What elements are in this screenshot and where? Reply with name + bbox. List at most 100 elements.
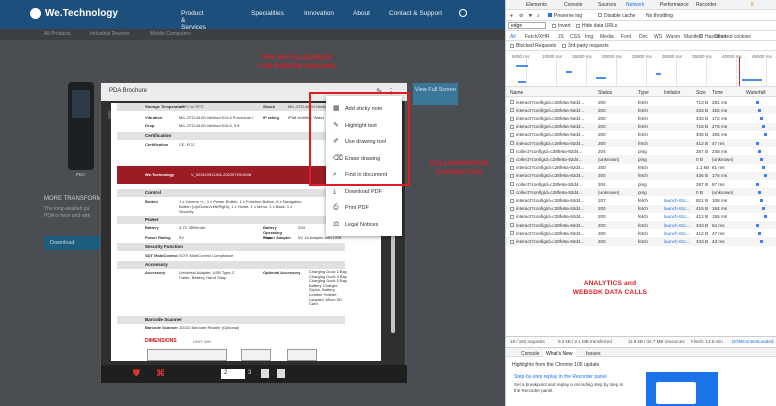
table-row[interactable]: collect?configId=c28fe6a-92d4... (unknown… bbox=[506, 155, 776, 164]
table-row[interactable]: interact?configId=c28fe6a-92d4... 200 fetc… bbox=[506, 204, 776, 213]
blocked-requests-checkbox[interactable]: Blocked Requests bbox=[510, 43, 556, 49]
cell-type: fetch bbox=[638, 206, 648, 212]
column-status[interactable]: Status bbox=[598, 90, 612, 96]
cell-initiator[interactable]: launch-81c... bbox=[664, 206, 690, 211]
column-initiator[interactable]: Initiator bbox=[664, 90, 680, 96]
cell-time: (unknown) bbox=[712, 156, 734, 162]
table-row[interactable]: interact?configId=c28fe6a-92d4... 200 fetc… bbox=[506, 229, 776, 237]
type-filter-doc[interactable]: Doc bbox=[639, 34, 648, 40]
column-time[interactable]: Time bbox=[712, 90, 723, 96]
search-icon[interactable]: ⌕ bbox=[537, 13, 540, 19]
print-icon[interactable] bbox=[277, 369, 285, 378]
hide-data-urls-checkbox[interactable]: Hide data URLs bbox=[576, 23, 617, 29]
type-filter-font[interactable]: Font bbox=[621, 34, 631, 40]
cell-wrap: fetch bbox=[638, 198, 648, 203]
menu-item-legal-notices[interactable]: ⚖ Legal Notices bbox=[326, 218, 402, 232]
devtools-tab-console[interactable]: Console bbox=[564, 2, 582, 8]
spec-value: 1D/2D Barcode Reader (Optional) bbox=[179, 325, 240, 330]
disable-cache-checkbox[interactable]: Disable cache bbox=[598, 13, 635, 19]
record-icon[interactable]: ● bbox=[510, 13, 513, 19]
table-row[interactable]: collect?configId=c28fe6a-92d4... 204 ping 2… bbox=[506, 180, 776, 188]
cell-initiator[interactable]: launch-81c... bbox=[664, 214, 690, 219]
cell-wrap: 207 bbox=[598, 198, 606, 203]
type-filter-media[interactable]: Media bbox=[600, 34, 614, 40]
cell-wrap: launch-81c... bbox=[664, 239, 690, 244]
drawer-tab-whats-new[interactable]: What's New bbox=[543, 349, 576, 357]
page-number-input[interactable]: 2 bbox=[221, 369, 245, 379]
invert-checkbox[interactable]: Invert bbox=[552, 23, 571, 29]
devtools-tab-network[interactable]: Network bbox=[626, 2, 644, 8]
column-waterfall[interactable]: Waterfall bbox=[746, 90, 766, 96]
type-filter-ws[interactable]: WS bbox=[654, 34, 662, 40]
table-row[interactable]: interact?configId=c28fe6a-92d4... 200 fetc… bbox=[506, 221, 776, 230]
cell-wrap: fetch bbox=[638, 231, 648, 236]
devtools-tab-performance[interactable]: Performance bbox=[660, 2, 689, 8]
cell-time: 281 ms bbox=[712, 99, 728, 105]
has-blocked-cookies-checkbox[interactable]: Has blocked cookies bbox=[699, 34, 751, 40]
spec-label: Barcode Scanner bbox=[145, 325, 178, 330]
search-icon[interactable] bbox=[459, 9, 467, 17]
save-icon[interactable] bbox=[261, 369, 269, 378]
devtools-tab-sources[interactable]: Sources bbox=[598, 2, 616, 8]
filter-icon[interactable]: ▼ bbox=[528, 13, 533, 19]
issues-badge[interactable]: 5 bbox=[751, 2, 754, 8]
whats-new-card[interactable]: Step-by-step replay in the Recorder pane… bbox=[514, 374, 634, 406]
type-filter-all[interactable]: All bbox=[510, 34, 516, 40]
table-row[interactable]: interact?configId=c28fe6a-92d4... 200 fetc… bbox=[506, 114, 776, 122]
timeline-gridline bbox=[556, 57, 557, 86]
table-row[interactable]: interact?configId=c28fe6a-92d4... 200 fetc… bbox=[506, 131, 776, 139]
third-party-checkbox[interactable]: 3rd-party requests bbox=[562, 43, 609, 49]
waterfall-bar bbox=[758, 231, 761, 235]
devtools-tab-elements[interactable]: Elements bbox=[526, 2, 547, 8]
download-button-bg[interactable]: Download bbox=[44, 236, 102, 250]
table-row[interactable]: interact?configId=c28fe6a-92d4... 200 fetc… bbox=[506, 164, 776, 172]
table-row[interactable]: interact?configId=c28fe6a-92d4... 200 fetc… bbox=[506, 139, 776, 148]
cell-wrap: 200 bbox=[598, 141, 606, 146]
column-name[interactable]: Name bbox=[510, 90, 523, 96]
nav-about[interactable]: About bbox=[353, 10, 370, 17]
site-logo[interactable]: We.Technology bbox=[30, 8, 118, 19]
table-row[interactable]: collect?configId=c28fe6a-92d4... 204 ping 2… bbox=[506, 147, 776, 155]
cell-initiator[interactable]: launch-81c... bbox=[664, 231, 690, 236]
nav-products[interactable]: Product & Services bbox=[181, 10, 206, 31]
breadcrumb-item[interactable]: Industrial Devices bbox=[90, 31, 129, 37]
type-filter-js[interactable]: JS bbox=[558, 34, 564, 40]
column-type[interactable]: Type bbox=[638, 90, 649, 96]
cell-type: fetch bbox=[638, 222, 648, 228]
column-size[interactable]: Size bbox=[696, 90, 706, 96]
preserve-log-checkbox[interactable]: Preserve log bbox=[548, 13, 582, 19]
table-row[interactable]: interact?configId=c28fe6a-92d4... 207 fetc… bbox=[506, 196, 776, 204]
cell-wrap: 1.1 kB bbox=[696, 165, 709, 170]
type-filter-fetch-xhr[interactable]: Fetch/XHR bbox=[525, 34, 549, 40]
filter-input[interactable]: edge bbox=[508, 22, 546, 29]
breadcrumb-item[interactable]: All Products bbox=[44, 31, 71, 37]
table-row[interactable]: interact?configId=c28fe6a-92d4... 200 fetc… bbox=[506, 98, 776, 106]
cell-initiator[interactable]: launch-81c... bbox=[664, 239, 690, 244]
drawer-tab-issues[interactable]: Issues bbox=[586, 351, 600, 357]
table-row[interactable]: interact?configId=c28fe6a-92d4... 200 fetc… bbox=[506, 171, 776, 180]
nav-contact[interactable]: Contact & Support bbox=[389, 10, 442, 17]
spec-value: -20°C to 70°C bbox=[179, 104, 204, 109]
clear-icon[interactable]: ⊘ bbox=[519, 13, 523, 19]
type-filter-wasm[interactable]: Wasm bbox=[666, 34, 680, 40]
type-filter-img[interactable]: Img bbox=[585, 34, 593, 40]
cell-wrap: launch-81c... bbox=[664, 206, 690, 211]
table-row[interactable]: collect?configId=c28fe6a-92d4... (unknown… bbox=[506, 188, 776, 197]
nav-innovation[interactable]: Innovation bbox=[304, 10, 334, 17]
table-row[interactable]: interact?configId=c28fe6a-92d4... 200 fetc… bbox=[506, 237, 776, 246]
nav-specialities[interactable]: Specialities bbox=[251, 10, 284, 17]
throttling-select[interactable]: No throttling bbox=[646, 13, 673, 19]
breadcrumb-item[interactable]: Mobile Computers bbox=[150, 31, 191, 37]
table-row[interactable]: interact?configId=c28fe6a-92d4... 200 fetc… bbox=[506, 106, 776, 115]
cell-initiator[interactable]: launch-81c... bbox=[664, 223, 690, 228]
devtools-tab-recorder[interactable]: Recorder bbox=[696, 2, 717, 8]
table-row[interactable]: interact?configId=c28fe6a-92d4... 200 fetc… bbox=[506, 122, 776, 131]
view-fullscreen-button[interactable]: View Full Screen bbox=[413, 83, 458, 105]
menu-item-print-pdf[interactable]: ⎙ Print PDF bbox=[326, 201, 402, 215]
cell-initiator[interactable]: launch-81c... bbox=[664, 198, 690, 203]
drawer-tab-console[interactable]: Console bbox=[521, 351, 539, 357]
table-row[interactable]: interact?configId=c28fe6a-92d4... 200 fetc… bbox=[506, 213, 776, 221]
menu-item-download-pdf[interactable]: ⤓ Download PDF bbox=[326, 185, 402, 199]
card-title[interactable]: Step-by-step replay in the Recorder pane… bbox=[514, 374, 607, 380]
type-filter-css[interactable]: CSS bbox=[570, 34, 580, 40]
